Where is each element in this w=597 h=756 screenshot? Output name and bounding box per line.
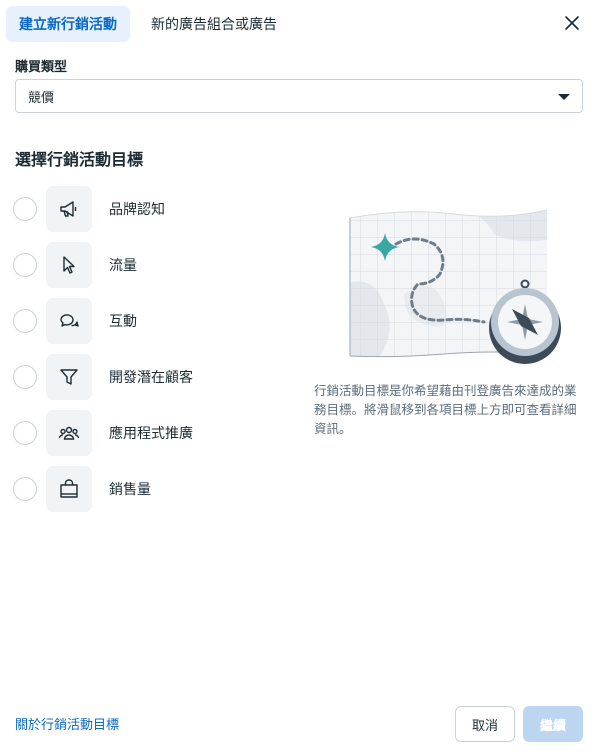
tab-new-ad-set-or-ad[interactable]: 新的廣告組合或廣告: [138, 6, 290, 42]
radio-button[interactable]: [13, 309, 37, 333]
cancel-button[interactable]: 取消: [455, 706, 515, 742]
radio-button[interactable]: [13, 253, 37, 277]
tab-new-campaign[interactable]: 建立新行銷活動: [6, 6, 130, 42]
objective-label: 互動: [109, 313, 137, 329]
objective-app-promotion[interactable]: 應用程式推廣: [13, 410, 293, 456]
radio-button[interactable]: [13, 197, 37, 221]
objective-label: 品牌認知: [109, 201, 165, 217]
funnel-icon: [46, 354, 92, 400]
radio-button[interactable]: [13, 365, 37, 389]
objective-label: 開發潛在顧客: [109, 369, 193, 385]
continue-button[interactable]: 繼續: [523, 706, 583, 742]
objective-label: 流量: [109, 257, 137, 273]
buying-type-value: 競價: [28, 89, 55, 105]
objective-traffic[interactable]: 流量: [13, 242, 293, 288]
objective-awareness[interactable]: 品牌認知: [13, 186, 293, 232]
map-compass-illustration: [344, 204, 564, 376]
close-icon: [565, 16, 579, 30]
objective-section-title: 選擇行銷活動目標: [15, 152, 144, 169]
about-objectives-link[interactable]: 關於行銷活動目標: [15, 714, 119, 733]
caret-down-icon: [558, 94, 570, 100]
megaphone-icon: [46, 186, 92, 232]
objective-description: 行銷活動目標是你希望藉由刊登廣告來達成的業務目標。將滑鼠移到各項目標上方即可查看…: [314, 384, 577, 436]
objective-label: 銷售量: [109, 481, 151, 497]
shopping-bag-icon: [46, 466, 92, 512]
close-button[interactable]: [561, 12, 583, 34]
objective-label: 應用程式推廣: [109, 425, 193, 441]
objective-engagement[interactable]: 互動: [13, 298, 293, 344]
buying-type-label: 購買類型: [15, 59, 68, 74]
people-icon: [46, 410, 92, 456]
objective-list: 品牌認知 流量 互動 開發潛在顧客 應用程式推廣 銷售量: [13, 186, 293, 522]
tab-bar: 建立新行銷活動 新的廣告組合或廣告: [6, 6, 290, 42]
radio-button[interactable]: [13, 421, 37, 445]
objective-sales[interactable]: 銷售量: [13, 466, 293, 512]
chat-bubbles-icon: [46, 298, 92, 344]
buying-type-select[interactable]: 競價: [15, 79, 583, 113]
cursor-icon: [46, 242, 92, 288]
objective-leads[interactable]: 開發潛在顧客: [13, 354, 293, 400]
radio-button[interactable]: [13, 477, 37, 501]
